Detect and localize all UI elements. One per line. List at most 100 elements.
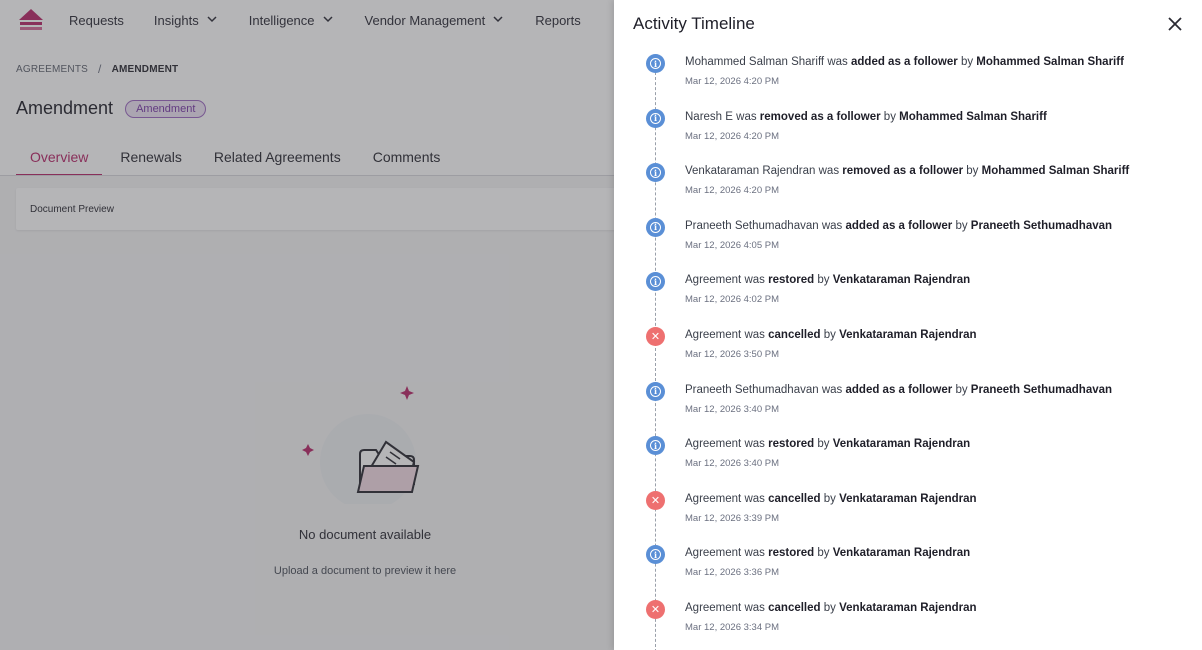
timeline-timestamp: Mar 12, 2026 4:20 PM (685, 185, 779, 197)
timeline-actor-name: Mohammed Salman Shariff (981, 165, 1130, 178)
timeline-actor-name: Venkataraman Rajendran (839, 492, 977, 505)
timeline-timestamp: Mar 12, 2026 4:20 PM (685, 130, 779, 142)
timeline-item: ✕ Agreement was cancelled by Venkataraman… (614, 598, 1202, 650)
timeline-item: i Agreement was restored by Venkataraman … (614, 434, 1202, 489)
timeline-subject-name: Agreement (685, 329, 742, 341)
timeline-verb: was (821, 219, 843, 232)
timeline-verb: was (744, 438, 765, 451)
info-icon: i (646, 108, 665, 128)
timeline-actor-name: Venkataraman Rajendran (839, 329, 977, 341)
timeline-verb: was (744, 547, 765, 560)
timeline-item: i Agreement was restored by Venkataraman … (614, 543, 1202, 598)
timeline-subject-name: Agreement (685, 438, 742, 451)
timeline-by-word: by (955, 383, 968, 396)
timeline-item: i Praneeth Sethumadhavan was added as a f… (614, 216, 1202, 271)
timeline-verb: was (744, 492, 765, 505)
timeline-actor-name: Venkataraman Rajendran (839, 602, 977, 614)
timeline-description: Mohammed Salman Shariff was added as a f… (685, 56, 1124, 68)
timeline-description: Agreement was cancelled by Venkataraman … (685, 602, 977, 614)
timeline-item: i Naresh E was removed as a follower by M… (614, 107, 1202, 162)
timeline-timestamp: Mar 12, 2026 3:40 PM (685, 403, 779, 415)
timeline-timestamp: Mar 12, 2026 3:50 PM (685, 349, 779, 360)
timeline-item: ✕ Agreement was cancelled by Venkataraman… (614, 489, 1202, 544)
timeline-verb: was (736, 110, 757, 123)
timeline-subject-name: Agreement (685, 274, 742, 287)
timeline-verb: was (827, 56, 848, 68)
timeline-by-word: by (817, 438, 830, 451)
timeline-by-word: by (955, 219, 968, 232)
timeline-actor-name: Praneeth Sethumadhavan (970, 383, 1113, 396)
timeline-by-word: by (960, 56, 974, 68)
timeline-description: Agreement was restored by Venkataraman R… (685, 274, 970, 286)
timeline-by-word: by (883, 110, 896, 123)
info-icon: i (646, 545, 665, 565)
timeline-by-word: by (823, 492, 836, 505)
timeline-action: added as a follower (845, 219, 953, 232)
timeline-subject-name: Venkataraman Rajendran (685, 165, 816, 178)
info-icon: i (646, 381, 665, 401)
timeline-action: restored (768, 274, 815, 287)
drawer-title: Activity Timeline (633, 14, 755, 33)
timeline-verb: was (744, 602, 765, 614)
timeline-actor-name: Venkataraman Rajendran (832, 274, 971, 287)
timeline-timestamp: Mar 12, 2026 3:39 PM (685, 512, 779, 524)
timeline-action: added as a follower (851, 56, 958, 68)
timeline-description: Agreement was cancelled by Venkataraman … (685, 329, 977, 341)
timeline-action: cancelled (768, 602, 821, 614)
timeline-timestamp: Mar 12, 2026 4:20 PM (685, 76, 779, 87)
timeline-timestamp: Mar 12, 2026 3:36 PM (685, 567, 779, 579)
timeline-description: Venkataraman Rajendran was removed as a … (685, 165, 1129, 177)
timeline-verb: was (821, 383, 843, 396)
info-icon: i (646, 272, 665, 292)
timeline-actor-name: Praneeth Sethumadhavan (970, 219, 1113, 232)
timeline-subject-name: Mohammed Salman Shariff (685, 56, 825, 68)
timeline-action: cancelled (768, 329, 821, 341)
info-icon: i (646, 54, 665, 73)
timeline-item: i Venkataraman Rajendran was removed as a… (614, 161, 1202, 216)
timeline-subject-name: Praneeth Sethumadhavan (685, 219, 819, 232)
timeline-actor-name: Mohammed Salman Shariff (899, 110, 1047, 123)
timeline-subject-name: Agreement (685, 602, 742, 614)
timeline-item: i Agreement was restored by Venkataraman … (614, 270, 1202, 325)
info-icon: i (646, 436, 665, 456)
timeline-verb: was (818, 165, 840, 178)
timeline-action: cancelled (768, 492, 821, 505)
timeline-description: Agreement was cancelled by Venkataraman … (685, 493, 977, 505)
close-icon[interactable] (1165, 14, 1185, 34)
timeline-actor-name: Venkataraman Rajendran (832, 438, 971, 451)
timeline-timestamp: Mar 12, 2026 3:34 PM (685, 622, 779, 633)
cancel-icon: ✕ (646, 600, 665, 619)
timeline-item: i Mohammed Salman Shariff was added as a … (614, 52, 1202, 107)
timeline-by-word: by (817, 274, 830, 287)
timeline-verb: was (744, 274, 765, 287)
timeline-verb: was (744, 329, 765, 341)
timeline-item: ✕ Agreement was cancelled by Venkataraman… (614, 325, 1202, 380)
timeline-subject-name: Praneeth Sethumadhavan (685, 383, 819, 396)
timeline-item: i Praneeth Sethumadhavan was added as a f… (614, 380, 1202, 435)
timeline-actor-name: Venkataraman Rajendran (832, 547, 971, 560)
cancel-icon: ✕ (646, 490, 665, 510)
timeline-timestamp: Mar 12, 2026 4:02 PM (685, 294, 779, 306)
timeline-description: Praneeth Sethumadhavan was added as a fo… (685, 220, 1112, 232)
timeline-action: restored (768, 438, 815, 451)
timeline-actor-name: Mohammed Salman Shariff (976, 56, 1124, 68)
timeline-action: restored (768, 547, 815, 560)
timeline-by-word: by (817, 547, 830, 560)
cancel-icon: ✕ (646, 327, 665, 346)
timeline-action: removed as a follower (759, 110, 881, 123)
activity-timeline-drawer: Activity Timeline i Mohammed Salman Shari… (614, 0, 1202, 650)
timeline-action: removed as a follower (842, 165, 964, 178)
timeline-timestamp: Mar 12, 2026 3:40 PM (685, 458, 779, 470)
info-icon: i (646, 163, 665, 183)
timeline-description: Agreement was restored by Venkataraman R… (685, 547, 970, 559)
timeline-description: Naresh E was removed as a follower by Mo… (685, 111, 1047, 123)
timeline-by-word: by (823, 329, 836, 341)
timeline-subject-name: Agreement (685, 492, 742, 505)
timeline-by-word: by (823, 602, 836, 614)
timeline-subject-name: Naresh E (685, 110, 733, 123)
timeline-action: added as a follower (845, 383, 953, 396)
timeline-description: Agreement was restored by Venkataraman R… (685, 438, 970, 450)
timeline-description: Praneeth Sethumadhavan was added as a fo… (685, 384, 1112, 396)
timeline-timestamp: Mar 12, 2026 4:05 PM (685, 239, 779, 251)
timeline-by-word: by (966, 165, 979, 178)
